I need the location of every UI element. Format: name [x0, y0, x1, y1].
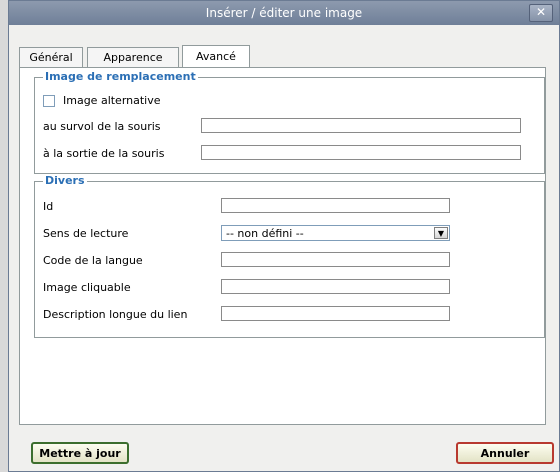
longdesc-input[interactable] — [221, 306, 450, 321]
cancel-button[interactable]: Annuler — [456, 442, 554, 464]
direction-select[interactable]: -- non défini -- ▼ — [221, 225, 450, 241]
mouseout-row: à la sortie de la souris — [43, 147, 164, 160]
mouseover-label: au survol de la souris — [43, 120, 161, 133]
mouseover-input[interactable] — [201, 118, 521, 133]
tab-general[interactable]: Général — [19, 47, 83, 67]
tab-appearance-label: Apparence — [103, 51, 163, 64]
alt-image-checkbox[interactable] — [43, 94, 55, 107]
tab-advanced-label: Avancé — [196, 50, 236, 63]
direction-label: Sens de lecture — [43, 227, 129, 240]
misc-group: Divers Id Sens de lecture -- non défini … — [34, 174, 545, 338]
lang-input[interactable] — [221, 252, 450, 267]
map-label: Image cliquable — [43, 281, 131, 294]
replacement-image-group: Image de remplacement Image alternative … — [34, 70, 545, 174]
image-dialog: Insérer / éditer une image ✕ Général App… — [8, 0, 560, 472]
replacement-image-legend: Image de remplacement — [43, 70, 198, 83]
id-label: Id — [43, 200, 54, 213]
background-edge — [0, 0, 8, 472]
cancel-button-label: Annuler — [480, 446, 530, 460]
dialog-title: Insérer / éditer une image — [205, 6, 363, 20]
lang-label: Code de la langue — [43, 254, 143, 267]
alt-image-label: Image alternative — [63, 94, 161, 107]
tab-appearance[interactable]: Apparence — [87, 47, 179, 67]
mouseout-input[interactable] — [201, 145, 521, 160]
longdesc-label: Description longue du lien — [43, 308, 188, 321]
longdesc-row: Description longue du lien — [43, 308, 187, 321]
direction-row: Sens de lecture — [43, 227, 128, 240]
advanced-panel: Image de remplacement Image alternative … — [19, 67, 546, 425]
close-icon: ✕ — [535, 5, 547, 19]
map-input[interactable] — [221, 279, 450, 294]
mouseover-row: au survol de la souris — [43, 120, 161, 133]
dialog-titlebar: Insérer / éditer une image ✕ — [9, 1, 559, 25]
chevron-down-icon[interactable]: ▼ — [434, 227, 448, 239]
map-row: Image cliquable — [43, 281, 131, 294]
mouseout-label: à la sortie de la souris — [43, 147, 165, 160]
id-row: Id — [43, 200, 53, 213]
direction-select-value: -- non défini -- — [226, 226, 304, 240]
tab-advanced[interactable]: Avancé — [182, 45, 250, 67]
tab-general-label: Général — [29, 51, 73, 64]
update-button[interactable]: Mettre à jour — [31, 442, 129, 464]
close-button[interactable]: ✕ — [529, 4, 553, 22]
lang-row: Code de la langue — [43, 254, 143, 267]
id-input[interactable] — [221, 198, 450, 213]
update-button-label: Mettre à jour — [39, 446, 121, 460]
alt-image-row: Image alternative — [43, 94, 161, 107]
misc-legend: Divers — [43, 174, 87, 187]
